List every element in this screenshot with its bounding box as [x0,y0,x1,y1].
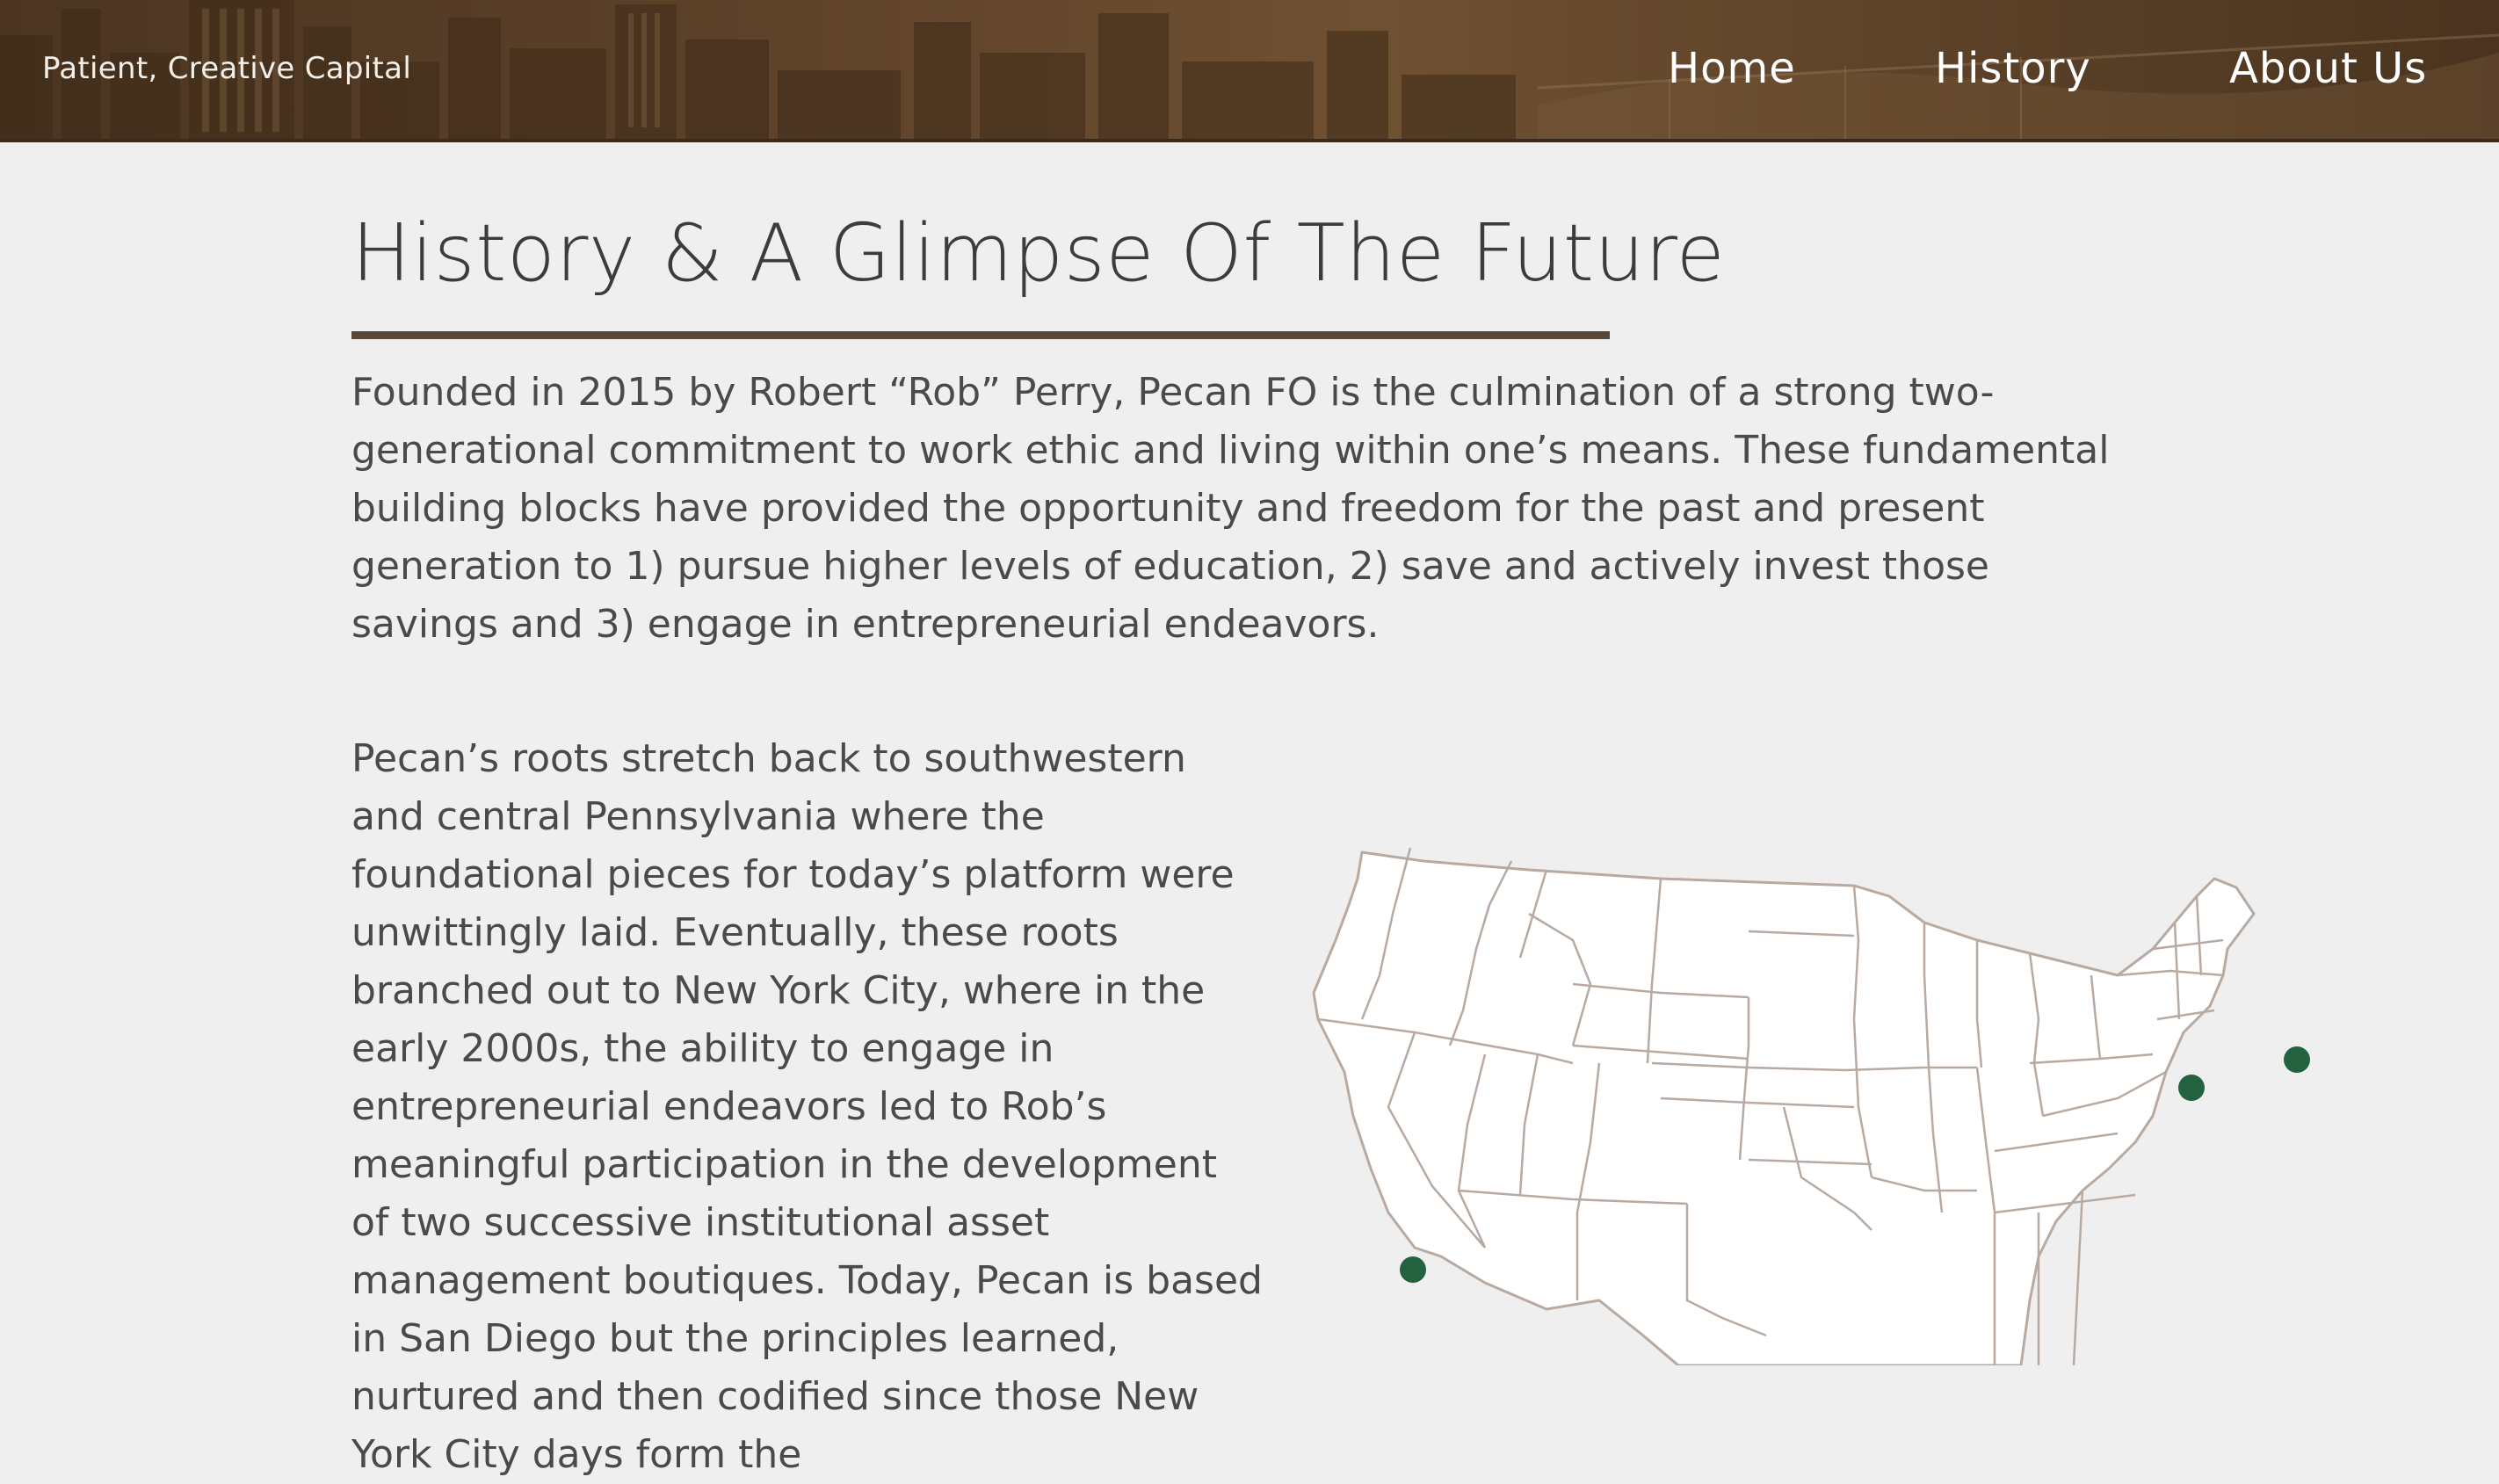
roots-paragraph: Pecan’s roots stretch back to southweste… [351,736,1263,1477]
marker-new-york-city [2284,1046,2310,1073]
nav-link-about-us[interactable]: About Us [2229,44,2427,93]
site-header: Patient, Creative Capital Home History A… [0,0,2499,142]
us-map [1312,847,2310,1365]
nav-link-home[interactable]: Home [1668,44,1796,93]
marker-san-diego [1400,1256,1426,1283]
site-tagline: Patient, Creative Capital [42,51,412,86]
nav-link-history[interactable]: History [1935,44,2091,93]
page-title: History & A Glimpse Of The Future [351,207,1726,300]
marker-pennsylvania [2178,1075,2205,1101]
intro-paragraph: Founded in 2015 by Robert “Rob” Perry, P… [351,370,2110,647]
title-underline [351,331,1610,339]
